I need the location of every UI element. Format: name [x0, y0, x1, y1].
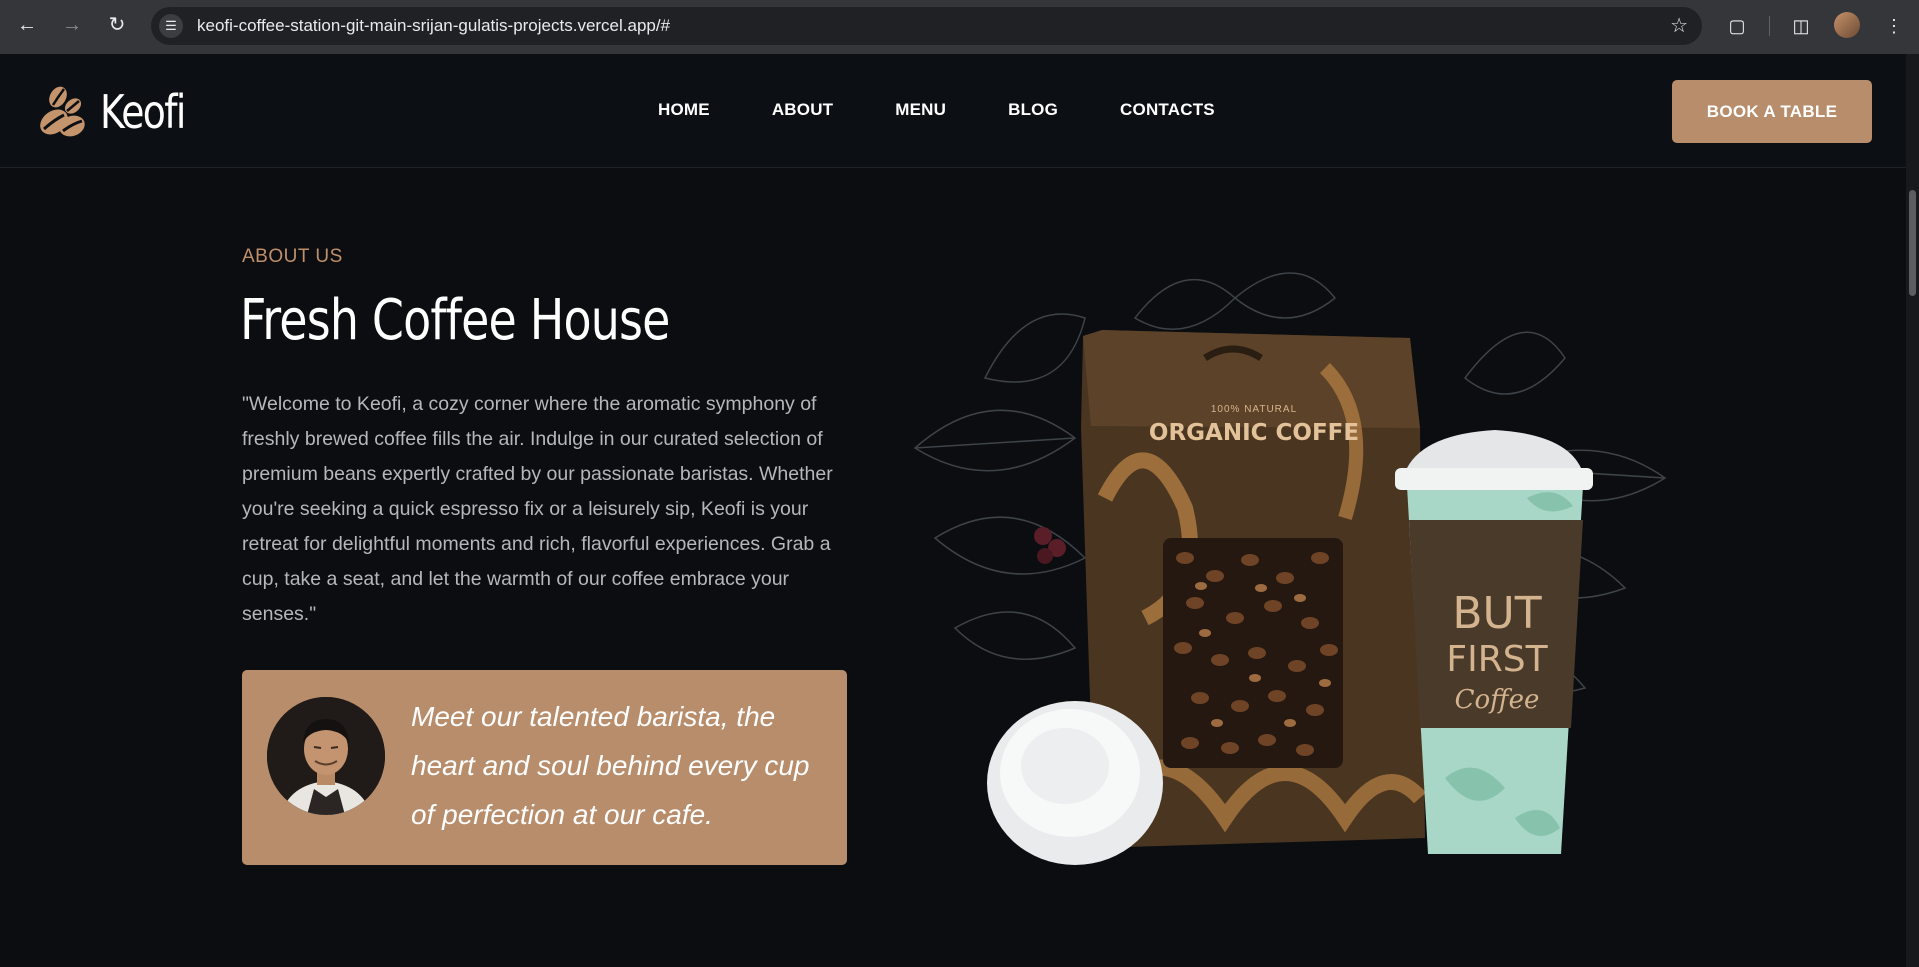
more-menu-icon[interactable]: ⋮ — [1880, 12, 1908, 40]
coffee-products-image: 100% NATURAL ORGANIC COFFE BUT FIRST Cof… — [913, 272, 1667, 865]
forward-arrow-icon[interactable]: → — [59, 12, 85, 38]
side-panel-icon[interactable]: ◫ — [1787, 12, 1815, 40]
nav-about[interactable]: ABOUT — [772, 100, 833, 120]
logo[interactable]: Keofi — [36, 82, 203, 142]
section-title: Fresh Coffee House — [240, 288, 670, 353]
site-info-icon[interactable]: ☰ — [159, 14, 183, 38]
nav-contacts[interactable]: CONTACTS — [1120, 100, 1215, 120]
scrollbar-thumb[interactable] — [1909, 190, 1916, 296]
main-nav: HOME ABOUT MENU BLOG CONTACTS — [658, 100, 1277, 120]
nav-home[interactable]: HOME — [658, 100, 710, 120]
cup-text-first: FIRST — [1446, 639, 1548, 680]
page-scrollbar[interactable] — [1906, 54, 1919, 967]
url-text[interactable]: keofi-coffee-station-git-main-srijan-gul… — [197, 16, 670, 36]
extensions-icon[interactable]: ▢ — [1723, 12, 1751, 40]
about-paragraph: "Welcome to Keofi, a cozy corner where t… — [242, 393, 833, 625]
bookmark-star-icon[interactable]: ☆ — [1670, 13, 1688, 38]
book-a-table-button[interactable]: BOOK A TABLE — [1672, 80, 1872, 143]
nav-menu[interactable]: MENU — [895, 100, 946, 120]
barista-avatar — [267, 697, 385, 815]
reload-icon[interactable]: ↻ — [104, 12, 130, 38]
barista-card: Meet our talented barista, the heart and… — [242, 670, 847, 865]
bag-small-label: 100% NATURAL — [1211, 404, 1297, 415]
takeaway-cup: BUT FIRST Coffee — [1395, 430, 1593, 854]
barista-quote: Meet our talented barista, the heart and… — [411, 701, 810, 830]
cup-text-coffee: Coffee — [1455, 685, 1540, 715]
profile-avatar[interactable] — [1834, 12, 1860, 38]
nav-blog[interactable]: BLOG — [1008, 100, 1058, 120]
logo-text: Keofi — [100, 85, 186, 139]
back-arrow-icon[interactable]: ← — [14, 12, 40, 38]
cup-lid — [987, 701, 1163, 865]
toolbar-divider — [1769, 16, 1770, 36]
site-header: Keofi HOME ABOUT MENU BLOG CONTACTS BOOK… — [0, 54, 1906, 168]
section-eyebrow: ABOUT US — [242, 246, 343, 267]
bag-label: ORGANIC COFFE — [1149, 420, 1359, 446]
barista-portrait-icon — [267, 697, 385, 815]
browser-toolbar: ← → ↻ ☰ keofi-coffee-station-git-main-sr… — [0, 0, 1919, 54]
address-bar[interactable]: ☰ keofi-coffee-station-git-main-srijan-g… — [151, 7, 1702, 45]
coffee-beans-logo-icon — [40, 86, 85, 137]
cup-text-but: BUT — [1452, 588, 1541, 639]
